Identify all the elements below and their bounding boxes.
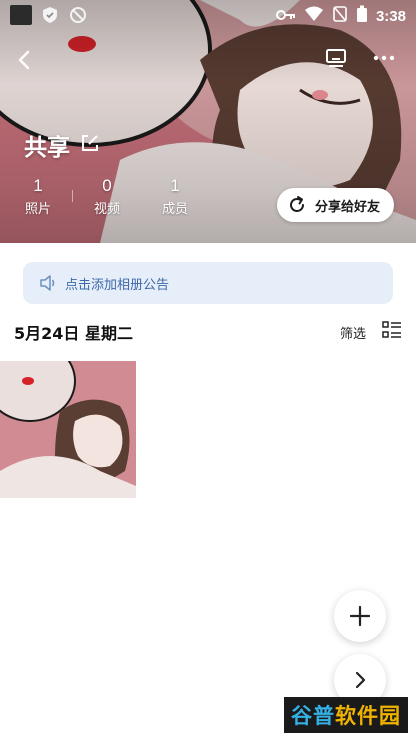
no-sim-icon — [332, 6, 348, 26]
view-toggle-button[interactable] — [382, 321, 402, 343]
stat-members-value: 1 — [170, 176, 180, 195]
sync-icon — [68, 5, 88, 25]
back-button[interactable] — [10, 44, 38, 76]
filter-button[interactable]: 筛选 — [340, 323, 366, 342]
status-right-icons: 3:38 — [275, 5, 406, 27]
edit-icon — [82, 135, 98, 151]
watermark-part-b: 软件园 — [335, 704, 401, 728]
status-left-icons — [10, 5, 88, 25]
stat-photos[interactable]: 1 照片 — [8, 176, 68, 220]
notice-text: 点击添加相册公告 — [65, 277, 170, 293]
edit-album-name-button[interactable] — [80, 133, 100, 157]
more-icon — [373, 55, 395, 61]
shield-icon — [40, 5, 60, 25]
stat-videos-value: 0 — [102, 176, 112, 195]
speaker-icon — [40, 275, 55, 291]
plus-icon — [349, 605, 371, 627]
chevron-left-icon — [18, 50, 30, 70]
more-button[interactable] — [370, 44, 398, 72]
screen-cast-button[interactable] — [322, 44, 350, 72]
date-section-header: 5月24日 星期二 筛选 — [14, 320, 402, 344]
stat-photos-label: 照片 — [24, 202, 51, 217]
share-icon — [290, 196, 304, 212]
album-notice-banner[interactable]: 点击添加相册公告 — [23, 262, 393, 304]
stat-divider — [72, 190, 73, 202]
stat-members[interactable]: 1 成员 — [145, 176, 205, 220]
share-to-friend-button[interactable]: 分享给好友 — [276, 188, 394, 222]
thumbnail-image — [0, 361, 136, 498]
list-view-icon — [382, 321, 401, 338]
watermark-part-a: 谷普 — [291, 704, 335, 728]
stat-videos[interactable]: 0 视频 — [77, 176, 137, 220]
top-nav-actions — [322, 44, 398, 72]
site-watermark: 谷普 软件园 — [284, 697, 408, 733]
album-name: 共享 — [24, 135, 70, 161]
add-photo-button[interactable] — [334, 590, 386, 642]
date-title: 5月24日 星期二 — [14, 324, 133, 343]
album-title-row: 共享 — [24, 128, 100, 162]
screen-cast-icon — [326, 49, 346, 67]
photo-thumbnail[interactable] — [0, 361, 136, 498]
app-notification-icon — [10, 5, 32, 25]
battery-icon — [356, 5, 368, 27]
status-bar: 3:38 — [0, 0, 416, 30]
stat-videos-label: 视频 — [93, 202, 120, 217]
status-time: 3:38 — [375, 7, 406, 25]
stat-photos-value: 1 — [33, 176, 43, 195]
chevron-right-icon — [355, 671, 366, 689]
key-icon — [275, 7, 296, 26]
date-actions: 筛选 — [340, 321, 402, 343]
share-button-label: 分享给好友 — [314, 199, 380, 215]
stat-members-label: 成员 — [161, 202, 188, 217]
wifi-icon — [304, 6, 324, 26]
